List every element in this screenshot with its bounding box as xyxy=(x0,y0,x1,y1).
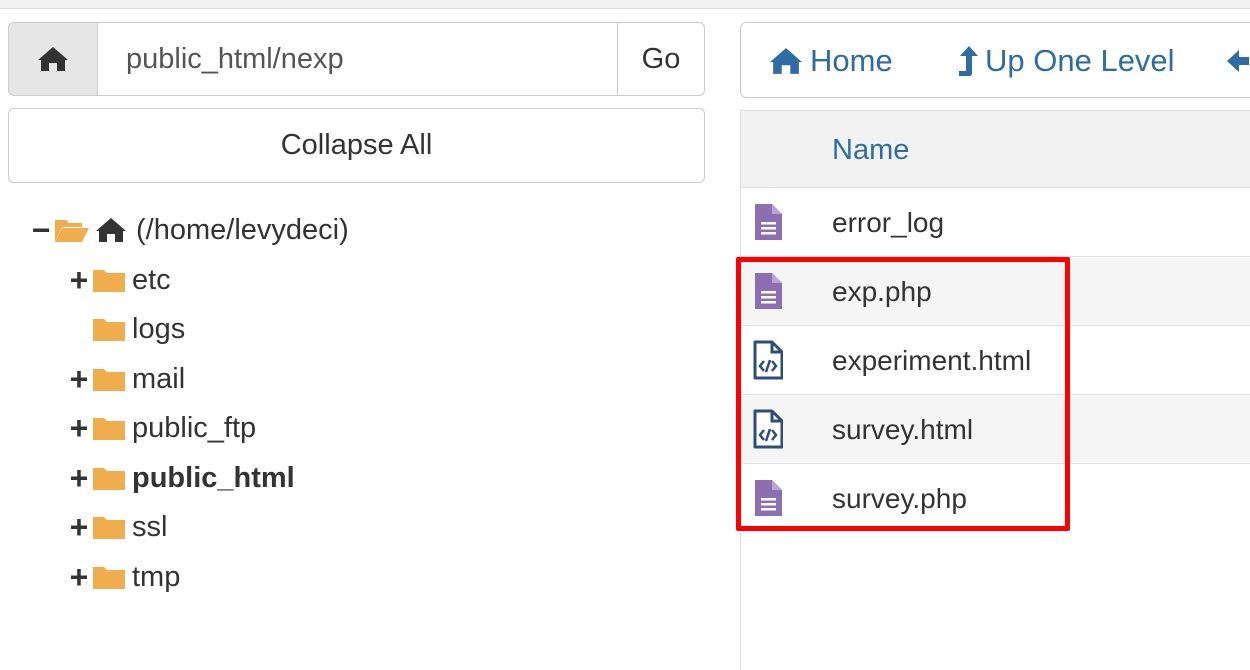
path-bar: Go xyxy=(8,22,705,96)
home-icon xyxy=(96,218,126,242)
text-file-icon xyxy=(755,204,782,240)
tree-item-etc[interactable]: + etc xyxy=(66,260,171,300)
home-link[interactable]: Home xyxy=(768,23,893,99)
go-button[interactable]: Go xyxy=(617,22,705,96)
folder-icon xyxy=(93,418,125,440)
tree-item-label: logs xyxy=(132,312,186,345)
collapse-all-button[interactable]: Collapse All xyxy=(8,108,705,183)
collapse-toggle[interactable]: − xyxy=(28,212,54,249)
tree-item-label: public_html xyxy=(132,461,295,494)
expand-toggle[interactable]: + xyxy=(66,361,92,398)
tree-root-label: (/home/levydeci) xyxy=(136,213,349,246)
folder-icon xyxy=(93,369,125,391)
folder-icon xyxy=(93,468,125,490)
name-column-header[interactable]: Name xyxy=(832,111,909,189)
table-header: Name xyxy=(741,110,1250,188)
tree-item-logs[interactable]: logs xyxy=(66,309,185,349)
file-name[interactable]: error_log xyxy=(832,188,944,257)
folder-icon xyxy=(93,567,125,589)
tree-item-label: mail xyxy=(132,362,186,395)
tree-item-tmp[interactable]: + tmp xyxy=(66,557,181,597)
tree-item-label: etc xyxy=(132,263,171,296)
expand-toggle[interactable]: + xyxy=(66,509,92,546)
folder-icon xyxy=(93,319,125,341)
tree-item-label: ssl xyxy=(132,510,168,543)
expand-toggle[interactable]: + xyxy=(66,559,92,596)
path-input[interactable] xyxy=(98,22,617,96)
tree-root[interactable]: − (/home/levydeci) xyxy=(28,210,349,250)
highlight-box xyxy=(736,257,1070,531)
path-home-button[interactable] xyxy=(8,22,98,96)
folder-icon xyxy=(93,270,125,292)
home-icon xyxy=(769,48,803,74)
tree-item-public-html[interactable]: + public_html xyxy=(66,458,295,498)
expand-toggle[interactable]: + xyxy=(66,262,92,299)
tree-item-mail[interactable]: + mail xyxy=(66,359,186,399)
file-toolbar: Home Up One Level xyxy=(740,22,1250,98)
back-link[interactable] xyxy=(1225,23,1249,99)
tree-item-label: tmp xyxy=(132,560,181,593)
tree-item-public-ftp[interactable]: + public_ftp xyxy=(66,408,257,448)
level-up-icon xyxy=(959,46,978,76)
home-icon xyxy=(38,47,68,71)
table-row[interactable]: error_log xyxy=(741,188,1250,257)
folder-icon xyxy=(93,517,125,539)
tree-item-ssl[interactable]: + ssl xyxy=(66,507,168,547)
tree-item-label: public_ftp xyxy=(132,411,257,444)
top-border xyxy=(0,0,1250,9)
up-one-level-label: Up One Level xyxy=(985,43,1175,78)
folder-open-icon xyxy=(55,220,89,242)
expand-toggle[interactable]: + xyxy=(66,410,92,447)
expand-toggle[interactable]: + xyxy=(66,460,92,497)
up-one-level-link[interactable]: Up One Level xyxy=(957,23,1175,99)
arrow-left-icon xyxy=(1227,50,1249,72)
home-link-label: Home xyxy=(810,43,893,78)
